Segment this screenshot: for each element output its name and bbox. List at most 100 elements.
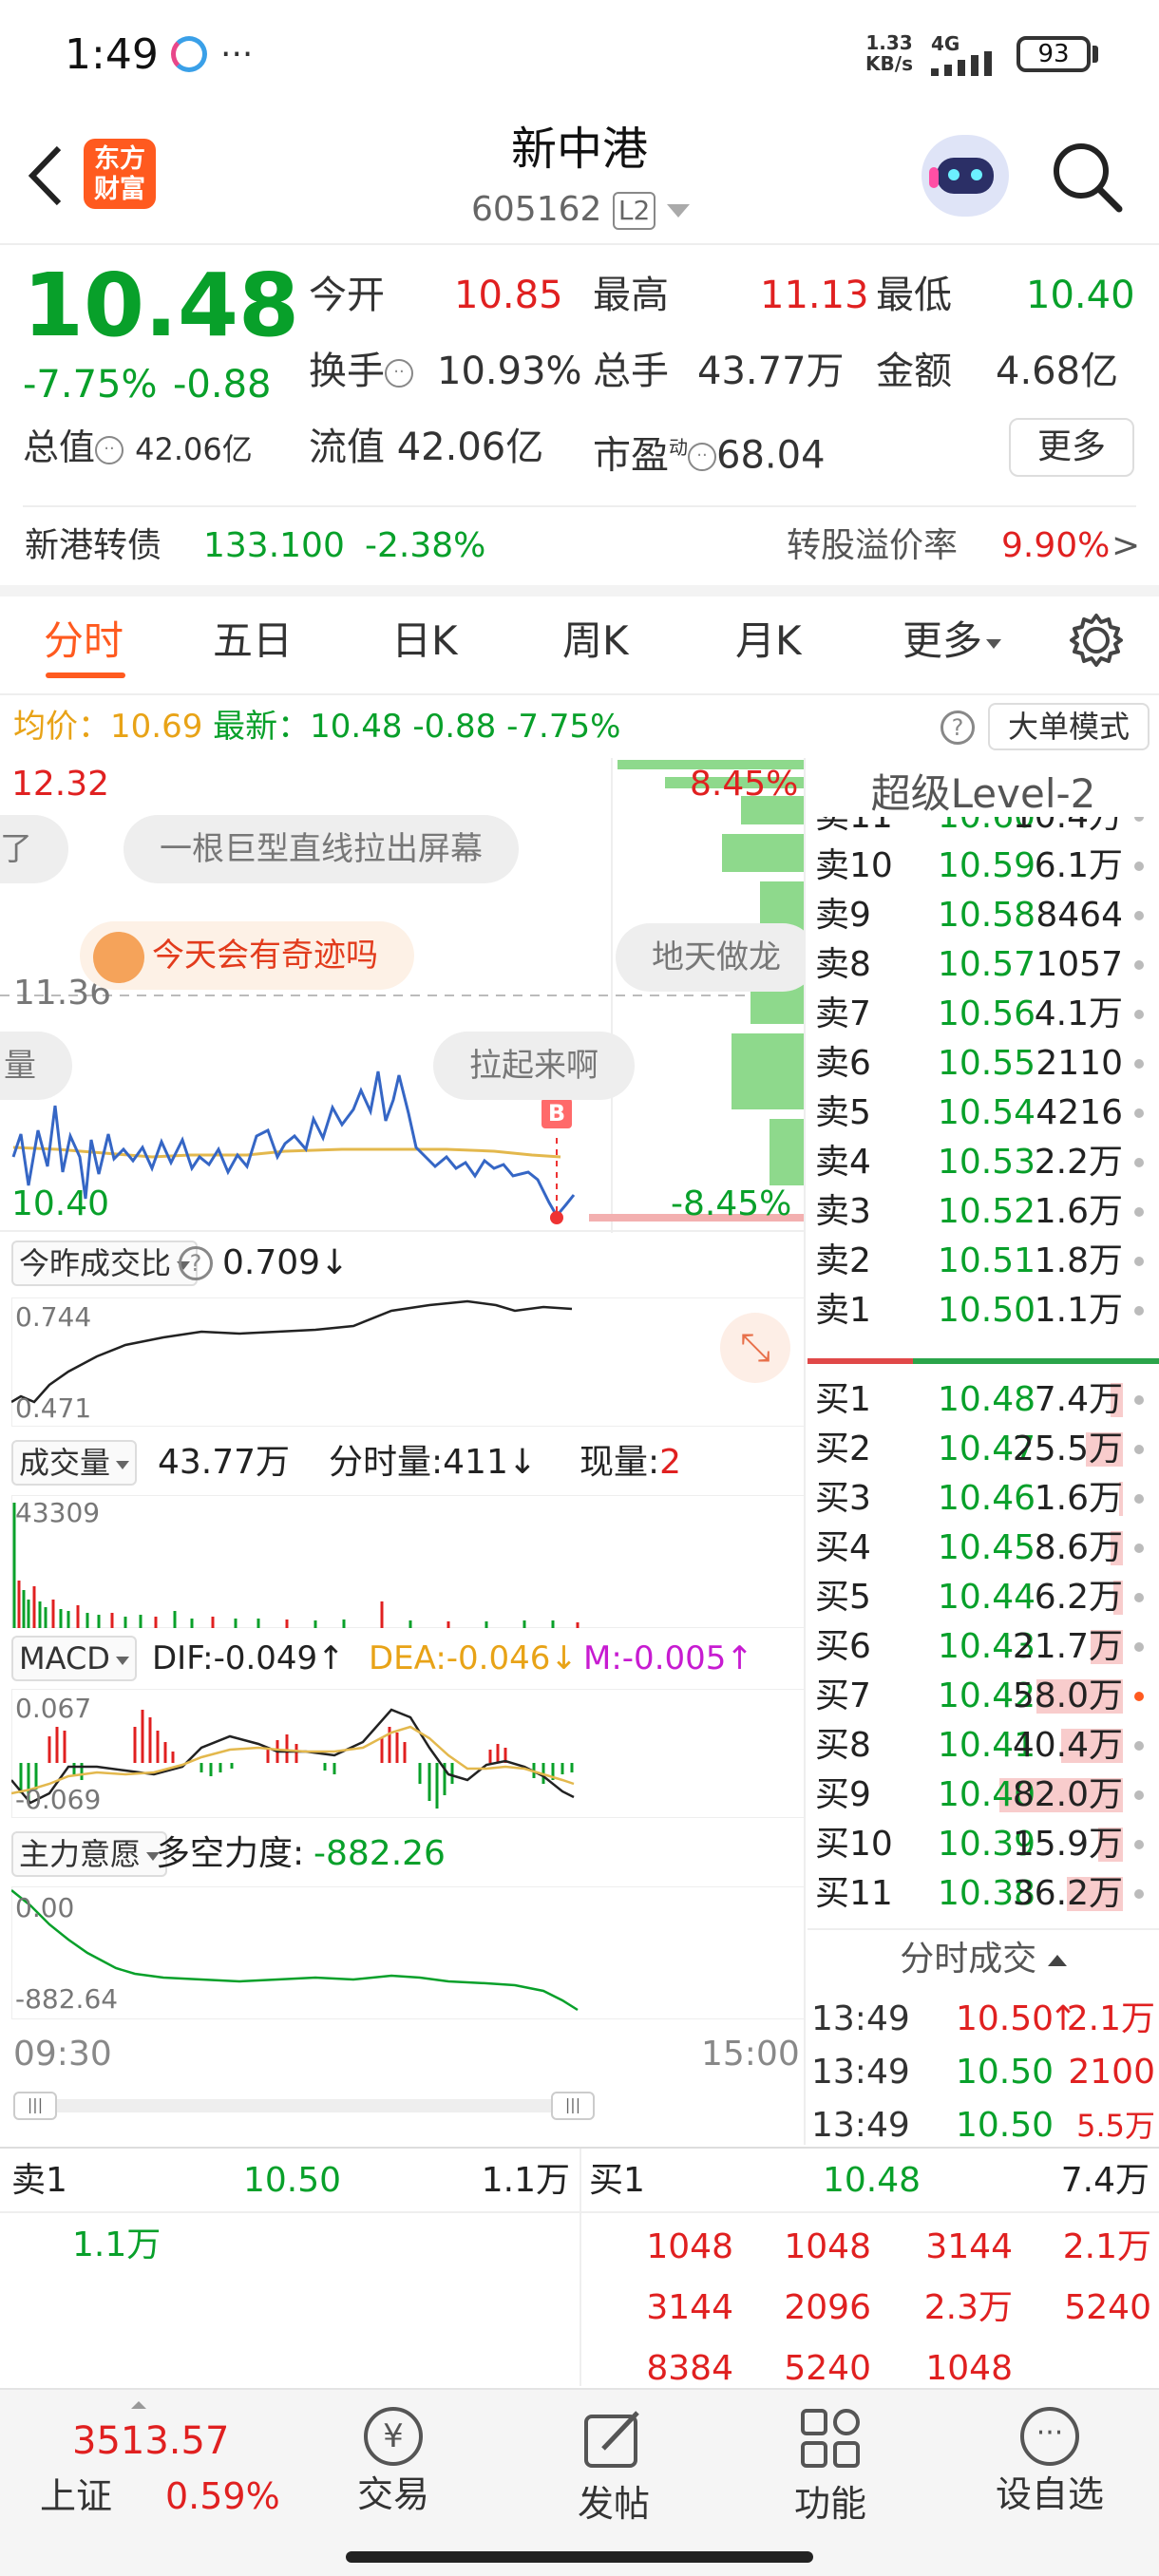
- big-order-mode-button[interactable]: 大单模式: [988, 703, 1150, 750]
- current-volume: 现量:2: [580, 1443, 682, 1482]
- tab-intraday[interactable]: 分时: [44, 608, 124, 674]
- danmaku-bubble-highlight: 今天会有奇迹吗: [80, 921, 414, 990]
- ask-row[interactable]: 卖2 10.51 1.8万: [808, 1237, 1150, 1286]
- market-cap: 总值 ·· 42.06亿: [23, 426, 253, 468]
- bid-row[interactable]: 买7 10.42 58.0万: [808, 1672, 1150, 1721]
- index-ticker[interactable]: 3513.57 上证 0.59%: [0, 2390, 280, 2542]
- turnover-value: 10.93%: [437, 350, 582, 393]
- ask-row[interactable]: 卖8 10.57 1057: [808, 940, 1150, 990]
- tab-five-day[interactable]: 五日: [213, 608, 293, 674]
- buy-marker[interactable]: B: [542, 1098, 572, 1128]
- index-change: 0.59%: [165, 2475, 280, 2517]
- more-button[interactable]: 更多: [1009, 418, 1134, 477]
- amount-value: 4.68亿: [996, 350, 1119, 393]
- tab-monthly-k[interactable]: 月K: [735, 608, 802, 674]
- bid-row[interactable]: 买10 10.39 15.9万: [808, 1820, 1150, 1869]
- tab-weekly-k[interactable]: 周K: [562, 608, 629, 674]
- intraday-chart[interactable]: B 12.32 8.45% 11.36 10.40 -8.45% 了 一根巨型直…: [0, 758, 806, 1233]
- tab-active-indicator: [46, 672, 125, 678]
- index-name: 上证: [40, 2475, 113, 2517]
- volume-value: 43.77万: [697, 350, 845, 393]
- danmaku-bubble: 地天做龙: [616, 923, 806, 992]
- change-percent: -7.75%: [23, 363, 158, 407]
- power-value: -882.26: [314, 1834, 446, 1873]
- ask-row[interactable]: 卖6 10.55 2110: [808, 1039, 1150, 1089]
- high-value: 11.13: [760, 274, 869, 317]
- tab-daily-k[interactable]: 日K: [391, 608, 458, 674]
- bid-row[interactable]: 买6 10.43 21.7万: [808, 1622, 1150, 1672]
- settings-gear-icon[interactable]: [1068, 612, 1125, 669]
- volume-label: 总手: [593, 350, 669, 393]
- bid-row[interactable]: 买11 10.38 36.2万: [808, 1869, 1150, 1919]
- back-icon[interactable]: [21, 142, 68, 209]
- nav-post[interactable]: 发帖: [557, 2399, 671, 2542]
- sell-detail-header[interactable]: 卖1 10.50 1.1万: [0, 2152, 580, 2209]
- change-value: -0.88: [173, 363, 272, 407]
- help-icon[interactable]: ?: [179, 1246, 213, 1280]
- volume-max: 43309: [15, 1497, 101, 1528]
- bid-row[interactable]: 买5 10.44 6.2万: [808, 1573, 1150, 1622]
- volume-indicator-selector[interactable]: 成交量: [11, 1440, 138, 1486]
- bid-row[interactable]: 买4 10.45 8.6万: [808, 1524, 1150, 1573]
- time-range-scrollbar[interactable]: [13, 2099, 593, 2112]
- macd-m: M:-0.005↑: [583, 1639, 753, 1677]
- bid-row[interactable]: 买8 10.41 40.4万: [808, 1721, 1150, 1771]
- ask-row[interactable]: 卖3 10.52 1.6万: [808, 1187, 1150, 1237]
- buy-detail-header[interactable]: 买1 10.48 7.4万: [581, 2152, 1159, 2209]
- search-icon[interactable]: [1049, 139, 1125, 215]
- ratio-indicator-selector[interactable]: 今昨成交比: [11, 1241, 199, 1286]
- main-force-indicator-selector[interactable]: 主力意愿: [11, 1831, 168, 1877]
- bid-row[interactable]: 买2 10.47 25.5万: [808, 1425, 1150, 1474]
- bid-row[interactable]: 买1 10.48 7.4万: [808, 1375, 1150, 1425]
- network-speed: 1.33 KB/s: [865, 31, 913, 75]
- tab-more[interactable]: 更多: [902, 608, 1002, 674]
- robot-assistant-icon[interactable]: [922, 135, 1009, 217]
- nav-add-watchlist[interactable]: ··· 设自选: [988, 2399, 1112, 2542]
- macd-indicator-selector[interactable]: MACD: [11, 1636, 137, 1681]
- cow-emoji-icon: [93, 931, 144, 983]
- grid-apps-icon: [801, 2409, 860, 2468]
- ask-row[interactable]: 卖4 10.53 2.2万: [808, 1138, 1150, 1187]
- bid-row[interactable]: 买3 10.46 1.6万: [808, 1474, 1150, 1524]
- ticks-title[interactable]: 分时成交: [808, 1932, 1159, 1987]
- edit-pencil-icon: [584, 2411, 639, 2468]
- divider: [808, 1928, 1159, 1930]
- info-icon[interactable]: ··: [385, 359, 413, 388]
- expand-icon[interactable]: ⤡: [720, 1313, 790, 1383]
- ask-row[interactable]: 卖10 10.59 6.1万: [808, 842, 1150, 891]
- trade-yen-icon: ¥: [364, 2407, 423, 2466]
- ask-row[interactable]: 卖1 10.50 1.1万: [808, 1286, 1150, 1335]
- battery-level: 93: [1037, 40, 1070, 68]
- ask-row[interactable]: 卖9 10.58 8464: [808, 891, 1150, 940]
- help-icon[interactable]: ?: [940, 710, 975, 745]
- info-icon[interactable]: ··: [688, 443, 716, 472]
- y-axis-top: 12.32: [11, 765, 110, 804]
- macd-chart: [11, 1689, 806, 1818]
- nav-functions[interactable]: 功能: [773, 2399, 887, 2542]
- sell-detail-volume: 1.1万: [72, 2226, 162, 2264]
- pe-ratio: 市盈动 ·· 68.04: [593, 433, 826, 478]
- chevron-right-icon: >: [1112, 526, 1141, 565]
- ratio-bottom: 0.471: [15, 1392, 92, 1424]
- stock-code-row[interactable]: 605162 L2: [471, 186, 690, 234]
- home-indicator[interactable]: [346, 2551, 813, 2563]
- caret-down-icon: [116, 1460, 130, 1469]
- ask-row[interactable]: 卖7 10.56 4.1万: [808, 990, 1150, 1039]
- volume-chart: [11, 1495, 806, 1628]
- info-icon[interactable]: ··: [95, 435, 124, 464]
- range-handle-left[interactable]: |||: [13, 2092, 57, 2120]
- bond-row[interactable]: 新港转债 133.100 -2.38% 转股溢价率 9.90% >: [0, 513, 1159, 579]
- current-price: 10.48: [23, 255, 300, 356]
- bid-row[interactable]: 买9 10.40 82.0万: [808, 1771, 1150, 1820]
- range-handle-right[interactable]: |||: [551, 2092, 595, 2120]
- nav-trade[interactable]: ¥ 交易: [336, 2399, 450, 2542]
- ask-row[interactable]: 卖5 10.54 4216: [808, 1089, 1150, 1138]
- price-info-line: 均价：10.69 最新：10.48 -0.88 -7.75%: [13, 708, 621, 746]
- caret-down-icon: [115, 1656, 129, 1665]
- section-gap: [0, 585, 1159, 597]
- bond-change: -2.38%: [365, 526, 486, 565]
- ask-row[interactable]: 卖1110.6010.4万: [808, 817, 1150, 842]
- caret-down-icon: [986, 638, 1002, 649]
- time-axis-end: 15:00: [701, 2035, 800, 2074]
- danmaku-bubble: 量: [0, 1032, 72, 1100]
